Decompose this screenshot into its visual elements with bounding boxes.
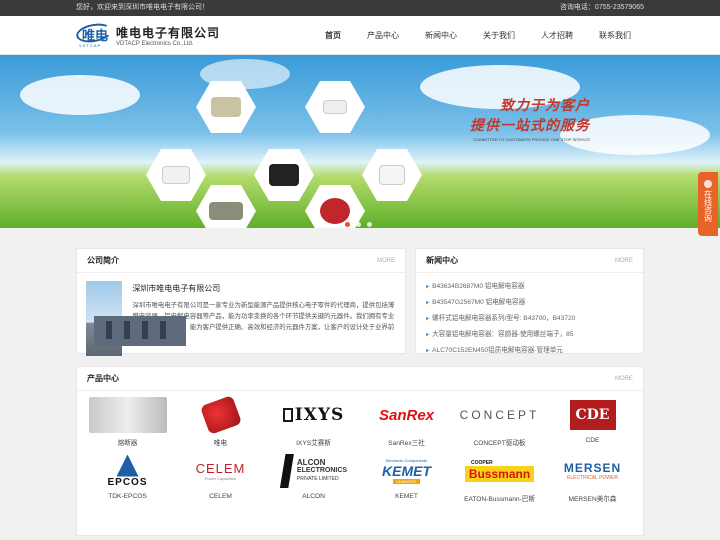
banner-slogan: 致力于为客户 提供一站式的服务 COMMITTED TO CUSTOMERS P…: [470, 97, 590, 142]
mersen-logo: MERSEN ELECTRICAL POWER: [563, 461, 622, 481]
news-item[interactable]: 螺杆式铝电解电容器系列/型号: B43700，B43720: [426, 311, 633, 327]
cde-logo: CDE: [546, 397, 639, 433]
product-hex-3: [146, 149, 206, 201]
products-more-link[interactable]: MORE: [615, 376, 633, 382]
product-item-alcon[interactable]: ALCON ELECTRONICS PRIVATE LIMITED ALCON: [267, 453, 360, 503]
main-nav: 首页 产品中心 新闻中心 关于我们 人才招聘 联系我们: [312, 16, 644, 55]
kemet-logo: Electronic Components KEMET CHARGED.: [382, 458, 431, 484]
welcome-text: 您好，欢迎来到深圳市唯电电子有限公司！: [76, 4, 209, 11]
product-item-concept[interactable]: CONCEPT CONCEPT驱动板: [453, 397, 546, 447]
product-item-vdtcap[interactable]: 唯电: [174, 395, 267, 447]
product-hex-2: [305, 81, 365, 133]
nav-careers[interactable]: 人才招聘: [528, 16, 586, 55]
products-panel: 产品中心 MORE 熔断器 唯电 IXYS IXYS艾赛斯 SanRex San…: [76, 366, 644, 536]
carousel-dot-1[interactable]: [345, 222, 350, 227]
logo-icon: 唯电 VDTCAP: [74, 21, 114, 48]
product-hex-4: [254, 149, 314, 201]
ixys-logo: IXYS: [267, 397, 360, 433]
carousel-dots: [345, 222, 372, 227]
nav-products[interactable]: 产品中心: [354, 16, 412, 55]
sanrex-logo: SanRex: [378, 406, 435, 424]
news-more-link[interactable]: MORE: [615, 258, 633, 264]
concept-logo: CONCEPT: [459, 408, 540, 422]
about-title: 公司简介: [87, 256, 119, 265]
bussmann-logo: COOPER Bussmann: [453, 453, 546, 489]
news-panel: 新闻中心 MORE B43634B2687M0 铝电解电容器 B43547G25…: [415, 248, 644, 354]
online-consult-button[interactable]: 在线咨询: [698, 172, 718, 236]
news-item[interactable]: B43634B2687M0 铝电解电容器: [426, 279, 633, 295]
carousel-dot-3[interactable]: [367, 222, 372, 227]
company-name-en: VDTACP Electronics Co.,Ltd.: [116, 40, 194, 47]
product-item-celem[interactable]: CELEM Power Capacitors CELEM: [174, 453, 267, 503]
red-capacitor-photo: [174, 395, 267, 435]
product-item-mersen[interactable]: MERSEN ELECTRICAL POWER MERSEN美尔森: [546, 453, 639, 503]
top-bar: 您好，欢迎来到深圳市唯电电子有限公司！ 咨询电话：0755-23579065: [0, 0, 720, 16]
phone-text: 咨询电话：0755-23579065: [559, 4, 644, 11]
nav-home[interactable]: 首页: [312, 16, 354, 55]
epcos-logo: EPCOS: [81, 453, 174, 489]
about-panel: 公司简介 MORE 深圳市唯电电子有限公司 深圳市唯电电子有限公司是一家专业为新…: [76, 248, 407, 356]
product-hex-5: [196, 185, 256, 228]
header: 唯电 VDTCAP 唯电电子有限公司 VDTACP Electronics Co…: [0, 16, 720, 55]
site-logo[interactable]: 唯电 VDTCAP 唯电电子有限公司 VDTACP Electronics Co…: [74, 21, 221, 48]
about-more-link[interactable]: MORE: [377, 258, 395, 264]
alcon-logo: ALCON ELECTRONICS PRIVATE LIMITED: [267, 453, 360, 489]
carousel-dot-2[interactable]: [356, 222, 361, 227]
news-item[interactable]: 大容量铝电解电容器：容颜器-使用螺丝端子，85: [426, 327, 633, 343]
nav-about[interactable]: 关于我们: [470, 16, 528, 55]
product-item-ixys[interactable]: IXYS IXYS艾赛斯: [267, 397, 360, 447]
product-item-fuse[interactable]: 熔断器: [81, 397, 174, 447]
hero-banner[interactable]: 致力于为客户 提供一站式的服务 COMMITTED TO CUSTOMERS P…: [0, 55, 720, 228]
products-title: 产品中心: [87, 374, 119, 383]
product-item-cde[interactable]: CDE CDE: [546, 397, 639, 447]
fuse-photo: [81, 397, 174, 433]
chat-icon: [704, 180, 712, 188]
nav-news[interactable]: 新闻中心: [412, 16, 470, 55]
product-item-kemet[interactable]: Electronic Components KEMET CHARGED. KEM…: [360, 453, 453, 503]
product-item-epcos[interactable]: EPCOS TDK-EPCOS: [81, 453, 174, 503]
about-heading: 深圳市唯电电子有限公司: [132, 284, 221, 293]
news-item[interactable]: ALC70C152EN450铝质电解电容器-管理单元: [426, 343, 633, 359]
celem-logo: CELEM Power Capacitors: [195, 461, 246, 481]
product-item-bussmann[interactable]: COOPER Bussmann EATON-Bussmann-巴斯: [453, 453, 546, 503]
product-hex-7: [362, 149, 422, 201]
company-name: 唯电电子有限公司: [116, 25, 221, 40]
nav-contact[interactable]: 联系我们: [586, 16, 644, 55]
news-title: 新闻中心: [426, 256, 459, 265]
product-item-sanrex[interactable]: SanRex SanRex三社: [360, 397, 453, 448]
company-building-image: [86, 281, 186, 356]
news-item[interactable]: B43547G2567M0 铝电解电容器: [426, 295, 633, 311]
